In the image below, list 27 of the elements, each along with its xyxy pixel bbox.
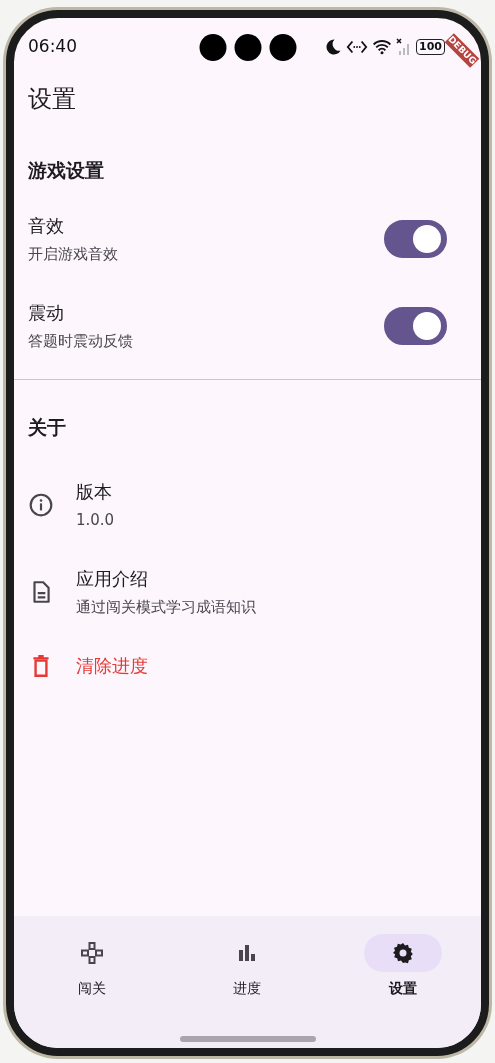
battery-indicator: 100 — [416, 39, 445, 55]
list-item-title: 震动 — [28, 301, 65, 325]
code-icon — [346, 39, 369, 55]
dpad-icon — [79, 941, 104, 965]
info-icon — [28, 492, 54, 518]
list-item-subtitle: 开启游戏音效 — [28, 244, 119, 265]
moon-icon — [324, 38, 343, 56]
list-item-title: 版本 — [76, 480, 113, 504]
list-item-subtitle: 答题时震动反馈 — [28, 331, 134, 352]
status-time: 06:40 — [28, 35, 77, 59]
toggle-switch[interactable] — [384, 220, 447, 258]
list-item-subtitle: 1.0.0 — [76, 510, 116, 531]
nav-item[interactable]: 进度 — [208, 934, 287, 1048]
page-title: 设置 — [27, 84, 77, 115]
nav-item[interactable]: 设置 — [364, 934, 443, 1048]
list-item-title: 音效 — [28, 214, 65, 238]
camera-cutout — [234, 34, 261, 61]
nav-item[interactable]: 闯关 — [52, 934, 131, 1048]
list-item-title: 应用介绍 — [76, 567, 149, 591]
wifi-icon — [372, 39, 393, 55]
camera-cutout — [199, 34, 226, 61]
list-item-subtitle: 通过闯关模式学习成语知识 — [76, 597, 257, 618]
section-header: 游戏设置 — [27, 158, 105, 183]
toggle-switch[interactable] — [384, 307, 447, 345]
list-item-title[interactable]: 清除进度 — [76, 653, 447, 679]
camera-cutout — [269, 34, 296, 61]
section-header: 关于 — [27, 415, 67, 440]
